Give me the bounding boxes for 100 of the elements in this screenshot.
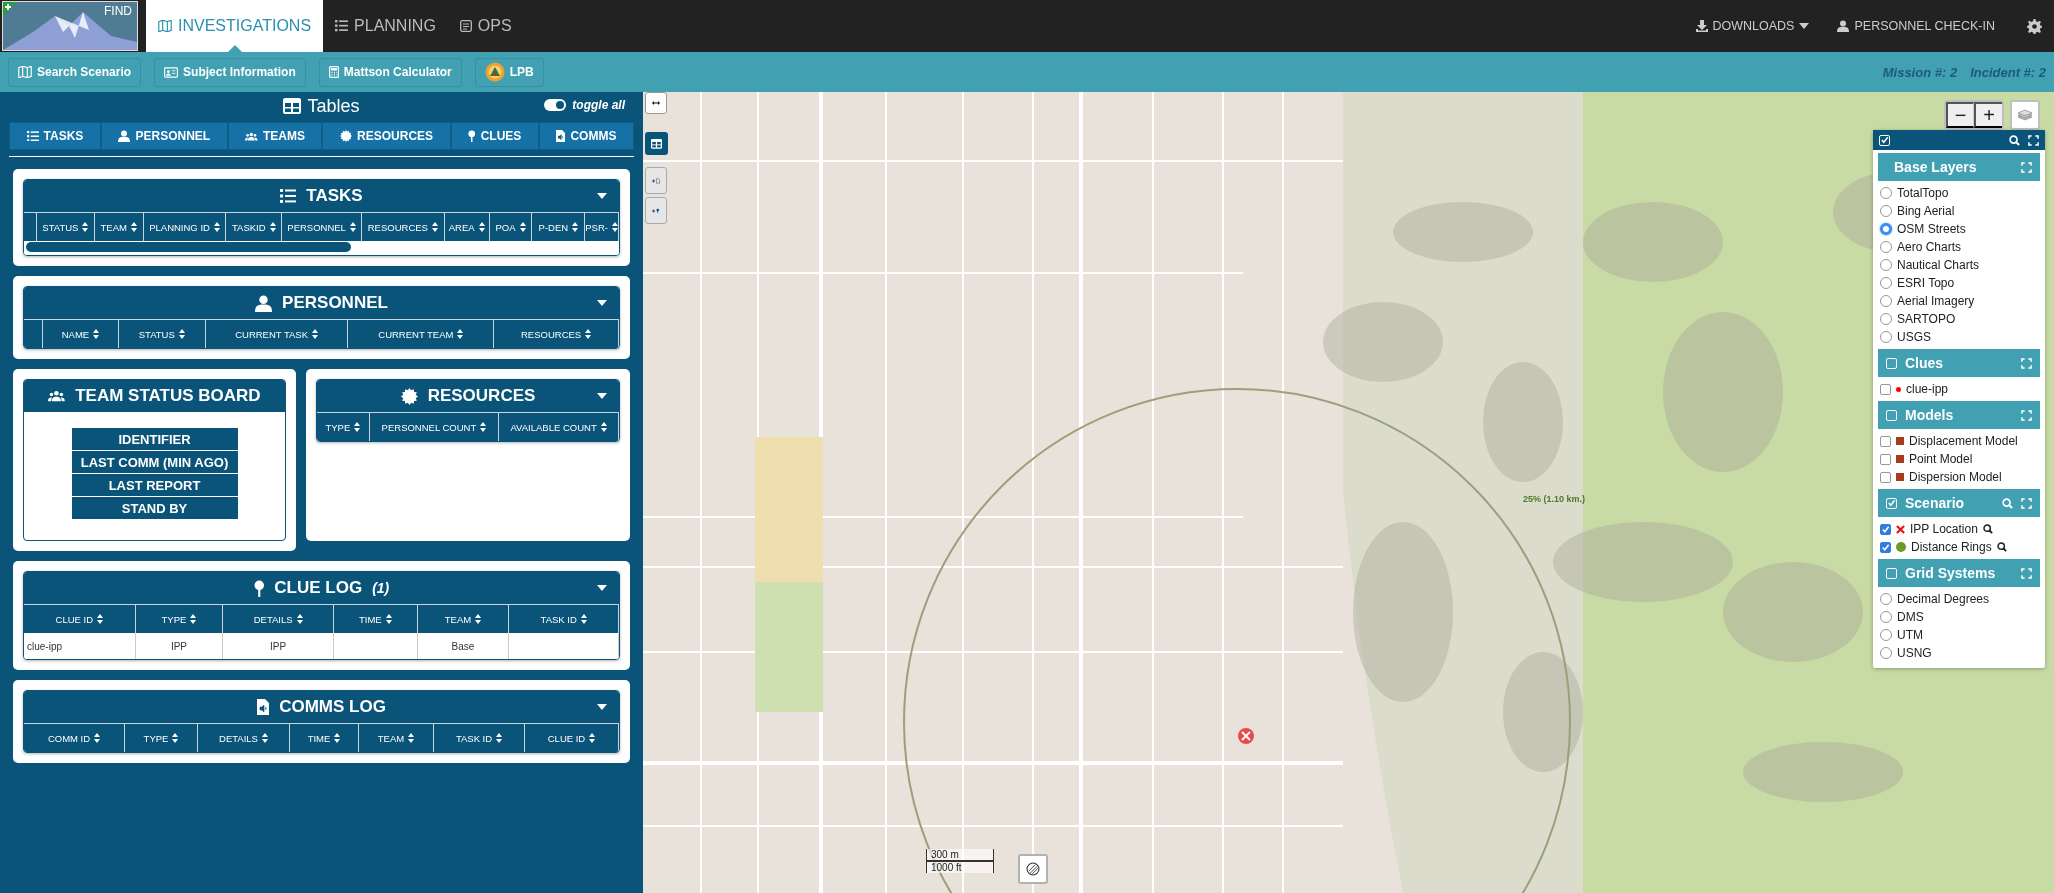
map-icon — [18, 66, 32, 78]
caret-icon[interactable] — [597, 704, 607, 710]
layer-label: USNG — [1897, 646, 1932, 660]
list-icon — [26, 130, 39, 142]
search-icon[interactable] — [1996, 542, 2007, 552]
toggle-switch[interactable] — [544, 99, 567, 111]
radio-button[interactable] — [1880, 313, 1892, 325]
caret-icon[interactable] — [1799, 23, 1810, 29]
user-icon — [1837, 20, 1850, 32]
settings-icon[interactable] — [2027, 18, 2042, 34]
scale-imperial: 1000 ft — [926, 861, 994, 873]
list-icon — [280, 189, 297, 203]
radio-button[interactable] — [1880, 629, 1892, 641]
sort-icon — [612, 222, 618, 232]
column-header[interactable]: PERSONNEL COUNT — [369, 412, 500, 441]
column-header[interactable]: RESOURCES — [494, 319, 619, 348]
sort-icon — [408, 733, 415, 743]
radio-button[interactable] — [1880, 241, 1892, 253]
drawing-tool-button[interactable] — [1018, 854, 1048, 884]
toggle-label: toggle all — [572, 98, 625, 112]
column-header[interactable]: AVAILABLE COUNT — [499, 412, 619, 441]
nav-tab[interactable]: INVESTIGATIONS — [146, 0, 324, 52]
caret-icon[interactable] — [597, 393, 607, 399]
column-header[interactable]: CURRENT TEAM — [348, 319, 495, 348]
sort-icon — [457, 329, 464, 339]
expand-icon[interactable] — [2028, 134, 2039, 146]
radio-button[interactable] — [1880, 187, 1892, 199]
nav-link[interactable]: PERSONNEL CHECK-IN — [1837, 0, 1995, 52]
table-tab[interactable]: TEAMS — [227, 122, 323, 150]
checkbox[interactable] — [1880, 471, 1891, 483]
radio-button[interactable] — [1880, 223, 1892, 235]
radio-button[interactable] — [1880, 277, 1892, 289]
radio-button[interactable] — [1880, 205, 1892, 217]
radio-button[interactable] — [1880, 295, 1892, 307]
column-header[interactable]: STATUS — [118, 319, 206, 348]
calculator-icon — [328, 66, 339, 78]
ipp-marker-icon[interactable] — [1238, 728, 1254, 744]
layer-label: TotalTopo — [1897, 186, 1949, 200]
table-tab[interactable]: PERSONNEL — [100, 122, 228, 150]
column-header[interactable]: NAME — [43, 319, 119, 348]
sort-icon — [190, 614, 197, 624]
layer-label: SARTOPO — [1897, 312, 1956, 326]
checkbox[interactable] — [1880, 435, 1891, 447]
table-icon — [283, 98, 302, 114]
search-icon[interactable] — [2009, 134, 2020, 146]
ring-label: 25% (1.10 km.) — [1523, 494, 1586, 504]
radio-button[interactable] — [1880, 331, 1892, 343]
table-cell: IPP — [223, 633, 334, 659]
caret-icon[interactable] — [597, 585, 607, 591]
zoom-in-button[interactable]: + — [1974, 102, 2002, 128]
nav-tab[interactable]: OPS — [447, 0, 524, 52]
column-header[interactable]: CURRENT TASK — [205, 319, 349, 348]
radio-button[interactable] — [1880, 259, 1892, 271]
column-header[interactable]: TASK ID — [434, 723, 525, 752]
layer-label: clue-ipp — [1906, 382, 1949, 396]
downloads-menu[interactable]: DOWNLOADS — [1695, 0, 1810, 52]
badge-icon — [400, 387, 418, 405]
caret-icon[interactable] — [597, 300, 607, 306]
radio-button[interactable] — [1880, 593, 1892, 605]
layer-label: Displacement Model — [1909, 434, 2018, 448]
search-icon[interactable] — [1982, 524, 1993, 534]
table-tab[interactable]: TASKS — [9, 122, 101, 150]
column-header[interactable]: CLUE ID — [525, 723, 619, 752]
table-title: COMMS LOG — [279, 697, 386, 717]
resize-button[interactable] — [645, 92, 667, 114]
checkbox[interactable] — [1880, 453, 1891, 465]
column-header[interactable]: TYPE — [125, 723, 198, 752]
scale-metric: 300 m — [926, 849, 994, 861]
tables-button[interactable] — [645, 132, 668, 155]
logo-text: FIND — [104, 4, 132, 18]
checkbox[interactable] — [1880, 541, 1891, 553]
column-header[interactable]: TEAM — [359, 723, 434, 752]
header-cell — [24, 319, 43, 348]
sort-icon — [93, 329, 100, 339]
checkbox[interactable] — [1880, 523, 1891, 535]
add-pin-button[interactable] — [645, 197, 667, 224]
calendar-icon — [459, 20, 472, 32]
scrollbar[interactable] — [24, 241, 619, 255]
column-header[interactable]: COMM ID — [24, 723, 125, 752]
column-header[interactable]: TIME — [290, 723, 359, 752]
table-tab[interactable]: COMMS — [538, 122, 635, 150]
column-header[interactable]: DETAILS — [198, 723, 290, 752]
sort-icon — [475, 614, 482, 624]
table-tab[interactable]: RESOURCES — [322, 122, 451, 150]
caret-icon[interactable] — [597, 193, 607, 199]
badge-icon — [340, 130, 353, 142]
app-logo[interactable]: FIND — [2, 1, 138, 51]
nav-tab[interactable]: PLANNING — [323, 0, 448, 52]
checkbox[interactable] — [1880, 383, 1891, 395]
column-header[interactable]: TYPE — [317, 412, 370, 441]
table-icon — [651, 137, 662, 150]
add-document-button[interactable] — [645, 167, 667, 194]
radio-button[interactable] — [1880, 611, 1892, 623]
table-tab[interactable]: CLUES — [450, 122, 539, 150]
radio-button[interactable] — [1880, 647, 1892, 659]
sort-icon — [97, 614, 104, 624]
sort-icon — [385, 614, 392, 624]
audio-file-icon — [257, 699, 270, 715]
zoom-out-button[interactable]: − — [1946, 102, 1974, 128]
mission-number: Mission #: 2 — [1882, 64, 1958, 80]
